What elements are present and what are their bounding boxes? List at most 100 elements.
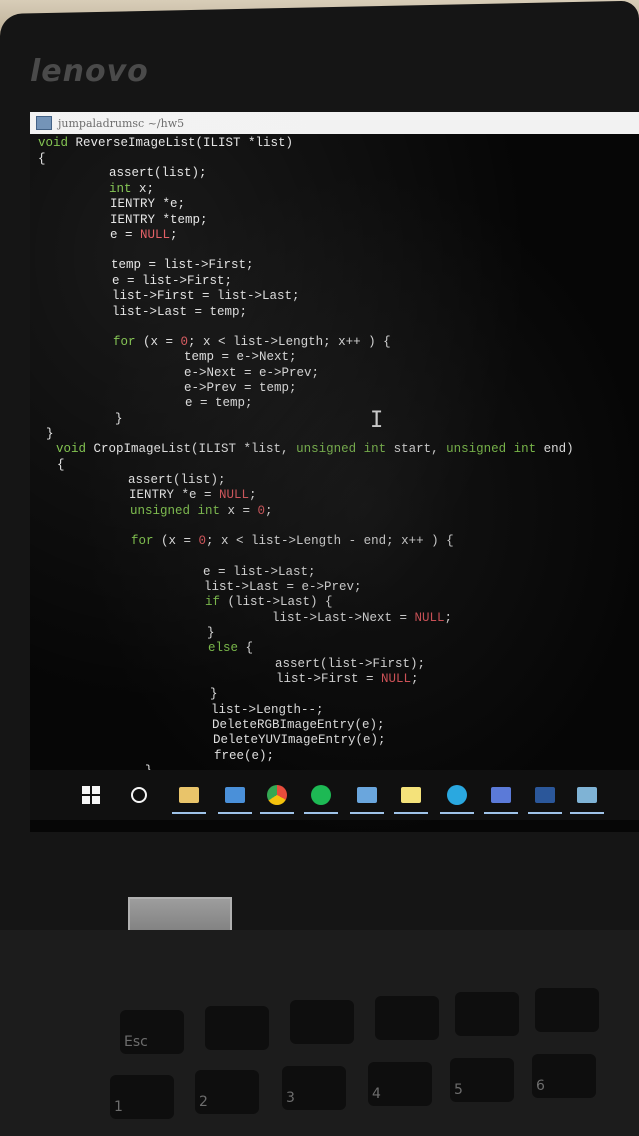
code-line: e = list->Last; <box>203 565 316 580</box>
code-text: e = temp; <box>185 396 253 410</box>
code-literal: NULL <box>219 488 250 502</box>
chrome-icon <box>267 785 287 805</box>
windows-taskbar <box>30 770 639 820</box>
start-button[interactable] <box>72 776 110 814</box>
code-text: e->Prev = temp; <box>184 381 297 395</box>
code-line: IENTRY *e = NULL; <box>129 488 257 503</box>
code-text: temp = e->Next; <box>184 350 297 364</box>
code-line: assert(list); <box>109 166 207 181</box>
code-line: list->First = list->Last; <box>112 289 300 304</box>
code-line: list->First = NULL; <box>276 672 419 687</box>
running-indicator <box>218 812 252 814</box>
file-explorer-button[interactable] <box>170 776 208 814</box>
word-button[interactable] <box>526 776 564 814</box>
number-key[interactable]: 3 <box>282 1066 346 1110</box>
chrome-button[interactable] <box>258 776 296 814</box>
code-text: e = list->Last; <box>203 565 316 579</box>
skype-button[interactable] <box>438 776 476 814</box>
function-key[interactable] <box>205 1006 269 1050</box>
word-icon <box>535 787 555 803</box>
discord-button[interactable] <box>482 776 520 814</box>
code-line: if (list->Last) { <box>205 595 333 610</box>
number-key[interactable]: 5 <box>450 1058 514 1102</box>
sticky-notes-button[interactable] <box>392 776 430 814</box>
code-text: CropImageList(ILIST *list, <box>86 442 297 456</box>
code-text: } <box>210 687 218 701</box>
running-indicator <box>350 812 384 814</box>
code-keyword: void <box>56 442 87 456</box>
palette-icon <box>577 787 597 803</box>
paint-button[interactable] <box>568 776 606 814</box>
code-line: for (x = 0; x < list->Length; x++ ) { <box>113 335 391 350</box>
document-arrow-icon <box>225 787 245 803</box>
terminal-title-bar[interactable]: jumpaladrumsc ~/hw5 <box>30 112 639 134</box>
function-key[interactable] <box>455 992 519 1036</box>
code-text: assert(list); <box>109 166 207 180</box>
code-editor[interactable]: void ReverseImageList(ILIST *list) { asser… <box>30 136 639 794</box>
function-key[interactable] <box>290 1000 354 1044</box>
code-text: ; x < list->Length; x++ ) { <box>188 335 391 349</box>
code-text: ; <box>444 611 453 625</box>
code-line: else { <box>208 641 253 656</box>
code-text: ReverseImageList(ILIST *list) <box>68 136 294 150</box>
code-text: (x = <box>153 534 199 548</box>
code-line: list->Last = e->Prev; <box>204 580 362 595</box>
code-literal: NULL <box>381 672 412 686</box>
skype-icon <box>447 785 467 805</box>
code-keyword: unsigned int <box>296 442 387 456</box>
code-line: } <box>115 412 123 427</box>
code-line: { <box>38 152 46 167</box>
code-text: IENTRY *e = <box>129 488 220 502</box>
code-line: } <box>46 427 54 442</box>
cortana-ring-icon <box>131 787 147 803</box>
code-text: { <box>238 641 254 655</box>
code-line: assert(list); <box>128 473 226 488</box>
code-line: IENTRY *e; <box>110 197 185 212</box>
code-keyword: for <box>131 534 154 548</box>
code-line: list->Last->Next = NULL; <box>272 611 452 626</box>
windows-logo-icon <box>82 786 100 804</box>
function-key[interactable] <box>535 988 599 1032</box>
code-line: unsigned int x = 0; <box>130 504 273 519</box>
windows-pane <box>92 796 100 804</box>
code-text: e = <box>110 228 141 242</box>
windows-pane <box>82 786 90 794</box>
code-literal: NULL <box>140 228 171 242</box>
running-indicator <box>484 812 518 814</box>
discord-icon <box>491 787 511 803</box>
windows-pane <box>82 796 90 804</box>
file-transfer-button[interactable] <box>216 776 254 814</box>
code-text: assert(list->First); <box>275 657 426 671</box>
number-key[interactable]: 4 <box>368 1062 432 1106</box>
code-text: e = list->First; <box>112 274 233 288</box>
code-line: } <box>210 687 218 702</box>
code-text: (x = <box>135 335 181 349</box>
code-text: ; <box>249 488 257 502</box>
code-literal: 0 <box>180 335 189 349</box>
running-indicator <box>304 812 338 814</box>
code-text: list->Last = e->Prev; <box>204 580 362 594</box>
code-line: IENTRY *temp; <box>110 213 208 228</box>
window-title: jumpaladrumsc ~/hw5 <box>58 116 185 130</box>
code-line: list->Length--; <box>211 703 324 718</box>
spotify-button[interactable] <box>302 776 340 814</box>
running-indicator <box>394 812 428 814</box>
laptop-screen: jumpaladrumsc ~/hw5 void ReverseImageLis… <box>30 112 639 832</box>
function-key[interactable] <box>375 996 439 1040</box>
cortana-button[interactable] <box>120 776 158 814</box>
esc-key[interactable]: Esc <box>120 1010 184 1054</box>
number-key[interactable]: 1 <box>110 1075 174 1119</box>
code-text: x; <box>131 182 155 196</box>
running-indicator <box>260 812 294 814</box>
code-line: int x; <box>109 182 154 197</box>
code-line: e->Next = e->Prev; <box>184 366 319 381</box>
code-keyword: unsigned int <box>130 504 221 518</box>
number-key[interactable]: 6 <box>532 1054 596 1098</box>
network-computers-icon <box>357 787 377 803</box>
code-keyword: unsigned int <box>446 442 537 456</box>
network-app-button[interactable] <box>348 776 386 814</box>
code-text: list->Last->Next = <box>272 611 415 625</box>
code-text: free(e); <box>214 749 275 763</box>
lenovo-logo: lenovo <box>30 54 149 89</box>
number-key[interactable]: 2 <box>195 1070 259 1114</box>
